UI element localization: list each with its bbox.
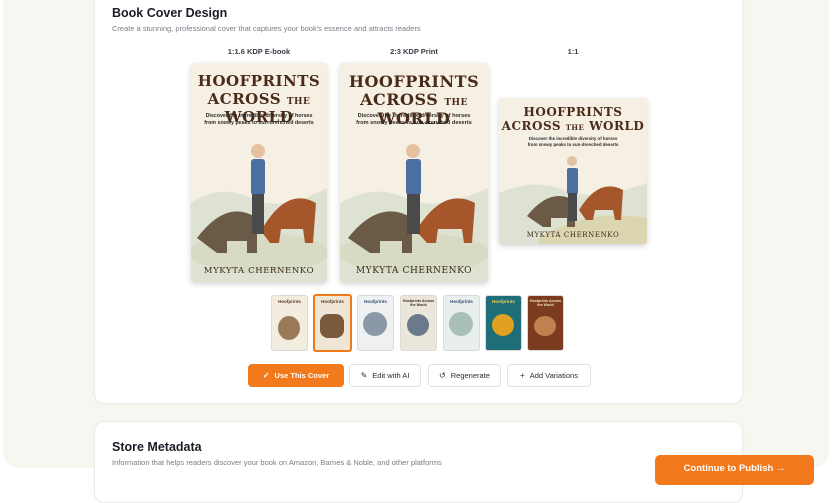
cover-tagline-line1: Discover the incredible diversity of hor… — [528, 136, 618, 141]
section-subtitle: Information that helps readers discover … — [112, 458, 442, 467]
cover-tagline-line1: Discover the incredible diversity of hor… — [205, 113, 313, 119]
cover-thumbnail[interactable]: Hoofprints — [485, 295, 522, 351]
cover-tagline-line1: Discover the incredible diversity of hor… — [357, 113, 471, 119]
section-subtitle: Create a stunning, professional cover th… — [112, 24, 421, 33]
format-label-ebook: 1:1.6 KDP E-book — [227, 47, 291, 56]
refresh-icon: ↺ — [439, 370, 446, 380]
cover-author: MYKYTA CHERNENKO — [203, 266, 315, 276]
cover-preview-ebook[interactable]: HOOFPRINTS ACROSS THE WORLD Discover the… — [191, 63, 327, 282]
cover-thumbnail[interactable]: Hoofprints — [271, 295, 308, 351]
cover-author: MYKYTA CHERNENKO — [526, 231, 620, 239]
cover-title-line2: ACROSS THE WORLD — [501, 119, 645, 133]
store-metadata-card: Store Metadata Information that helps re… — [94, 421, 743, 503]
cover-preview-print[interactable]: HOOFPRINTS ACROSS THE WORLD Discover the… — [340, 63, 488, 282]
continue-to-publish-button[interactable]: Continue to Publish → — [655, 455, 814, 485]
book-cover-card: Book Cover Design Create a stunning, pro… — [94, 0, 743, 404]
cover-thumbnail[interactable]: Hoofprints — [443, 295, 480, 351]
add-variations-button[interactable]: + Add Variations — [507, 364, 591, 387]
cover-title-line1: HOOFPRINTS — [523, 105, 623, 119]
cover-author: MYKYTA CHERNENKO — [355, 266, 473, 276]
cover-title-line1: HOOFPRINTS — [348, 72, 480, 91]
cover-thumbnail-selected[interactable]: Hoofprints — [313, 294, 352, 352]
cover-preview-square[interactable]: HOOFPRINTS ACROSS THE WORLD Discover the… — [499, 98, 647, 244]
section-title: Store Metadata — [112, 440, 202, 454]
regenerate-button[interactable]: ↺ Regenerate — [428, 364, 501, 387]
section-title: Book Cover Design — [112, 6, 228, 20]
cover-thumbnail[interactable]: Hoofprints Across the World — [527, 295, 564, 351]
pencil-icon: ✎ — [360, 370, 368, 380]
cover-tagline-line2: from snowy peaks to sun-drenched deserts — [204, 120, 314, 126]
use-this-cover-button[interactable]: ✓ Use This Cover — [248, 364, 344, 387]
cover-tagline-line2: from snowy peaks to sun-drenched deserts — [527, 142, 619, 147]
format-label-square: 1:1 — [567, 47, 579, 56]
check-icon: ✓ — [262, 370, 270, 380]
edit-with-ai-button[interactable]: ✎ Edit with AI — [349, 364, 421, 387]
cover-title-line1: HOOFPRINTS — [197, 72, 321, 90]
format-label-print: 2:3 KDP Print — [390, 47, 438, 56]
cover-thumbnail[interactable]: Hoofprints — [357, 295, 394, 351]
plus-icon: + — [520, 370, 525, 380]
cover-tagline-line2: from snowy peaks to sun-drenched deserts — [356, 120, 472, 126]
cover-thumbnail[interactable]: Hoofprints Across the World — [400, 295, 437, 351]
